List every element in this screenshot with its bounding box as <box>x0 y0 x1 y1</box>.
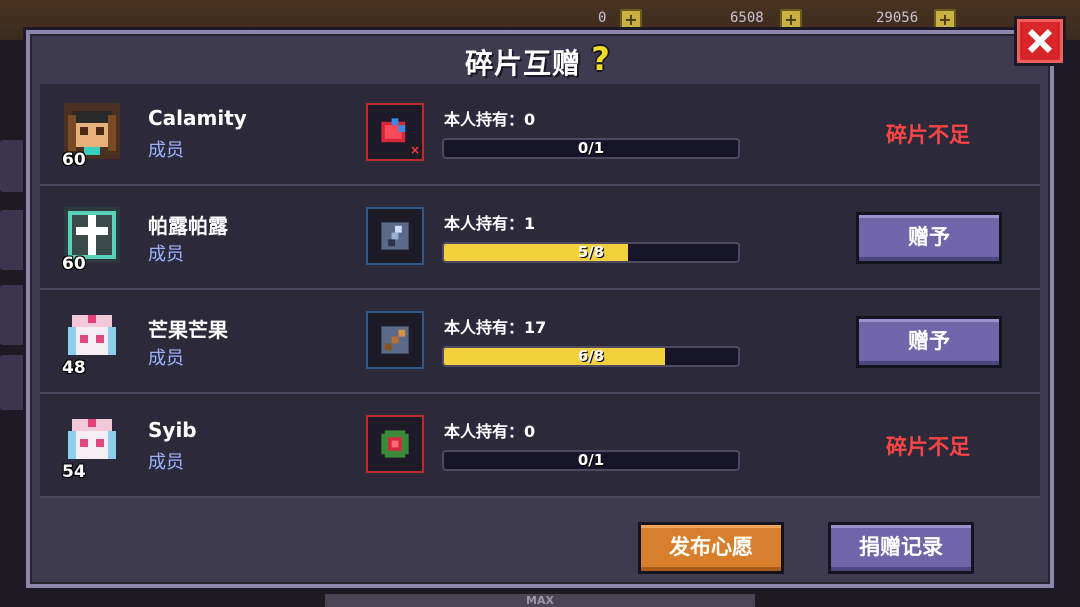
avatar: 48 <box>60 306 126 378</box>
level-badge: 60 <box>62 150 86 170</box>
side-tab-3[interactable] <box>0 285 26 345</box>
member-role: 成员 <box>148 140 184 161</box>
side-tab-4[interactable] <box>0 355 26 410</box>
member-row: 54 Syib 成员 本人持有：0 0/1 碎片不足 <box>40 396 1040 498</box>
progress-bar: 0/1 <box>442 138 740 159</box>
owned-count: 本人持有：17 <box>444 318 547 337</box>
member-role: 成员 <box>148 244 184 265</box>
member-name: 芒果芒果 <box>148 318 228 342</box>
avatar: 54 <box>60 410 126 482</box>
side-tab-1[interactable] <box>0 140 26 192</box>
progress-bar: 0/1 <box>442 450 740 471</box>
fragment-item[interactable] <box>366 311 424 369</box>
fragment-item[interactable]: × <box>366 103 424 161</box>
member-name: 帕露帕露 <box>148 214 228 238</box>
member-row: 60 Calamity 成员 × 本人持有：0 0/1 碎片不足 <box>40 84 1040 186</box>
member-list[interactable]: 60 Calamity 成员 × 本人持有：0 0/1 碎片不足 60 帕露帕露… <box>40 84 1040 498</box>
close-x-icon[interactable] <box>1014 16 1066 66</box>
spear-shard-icon <box>381 222 409 250</box>
level-badge: 54 <box>62 462 86 482</box>
owned-count: 本人持有：0 <box>444 110 536 129</box>
question-mark-icon[interactable]: ? <box>587 42 615 76</box>
member-role: 成员 <box>148 348 184 369</box>
avatar: 60 <box>60 202 126 274</box>
member-row: 60 帕露帕露 成员 本人持有：1 5/8 赠予 <box>40 188 1040 290</box>
owned-count: 本人持有：0 <box>444 422 536 441</box>
member-role: 成员 <box>148 452 184 473</box>
dialog-title: 碎片互赠? <box>30 42 1050 82</box>
avatar: 60 <box>60 98 126 170</box>
progress-text: 0/1 <box>577 139 605 157</box>
hud-add-button-2[interactable]: + <box>780 9 802 31</box>
give-button[interactable]: 赠予 <box>856 316 1002 368</box>
fragment-gift-dialog: 碎片互赠? 60 Calamity 成员 × 本人持有：0 0/1 碎片不足 6… <box>26 30 1054 588</box>
level-badge: 60 <box>62 254 86 274</box>
progress-bar: 6/8 <box>442 346 740 367</box>
owned-count: 本人持有：1 <box>444 214 536 233</box>
member-name: Calamity <box>148 106 247 130</box>
fragment-item[interactable] <box>366 207 424 265</box>
insufficient-fragments-label: 碎片不足 <box>886 123 970 147</box>
progress-text: 0/1 <box>577 451 605 469</box>
hud-add-button-3[interactable]: + <box>934 9 956 31</box>
give-button[interactable]: 赠予 <box>856 212 1002 264</box>
ruby-ring-icon <box>381 430 409 458</box>
hud-add-button-1[interactable]: + <box>620 9 642 31</box>
member-name: Syib <box>148 418 197 442</box>
hud-stat-2: 6508 <box>730 10 764 26</box>
dialog-title-text: 碎片互赠 <box>464 47 581 80</box>
publish-wish-button[interactable]: 发布心愿 <box>638 522 784 574</box>
staff-shard-icon <box>381 326 409 354</box>
missing-x-icon: × <box>409 143 420 157</box>
fragment-item[interactable] <box>366 415 424 473</box>
hud-stat-1: 0 <box>598 10 607 26</box>
side-tab-2[interactable] <box>0 210 26 270</box>
progress-bar: 5/8 <box>442 242 740 263</box>
progress-text: 5/8 <box>577 243 605 261</box>
red-gem-shard-icon <box>381 118 406 143</box>
level-badge: 48 <box>62 358 86 378</box>
hud-stat-3: 29056 <box>876 10 919 26</box>
progress-text: 6/8 <box>577 347 605 365</box>
max-bar: MAX <box>325 594 755 607</box>
member-row: 48 芒果芒果 成员 本人持有：17 6/8 赠予 <box>40 292 1040 394</box>
donation-log-button[interactable]: 捐赠记录 <box>828 522 974 574</box>
insufficient-fragments-label: 碎片不足 <box>886 435 970 459</box>
